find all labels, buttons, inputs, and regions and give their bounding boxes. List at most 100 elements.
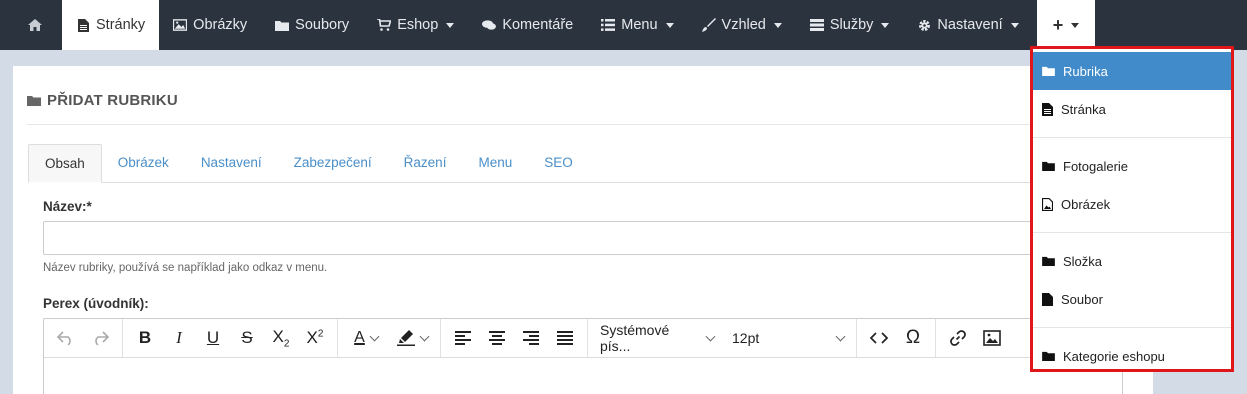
- divider: [27, 124, 1137, 125]
- nav-menu[interactable]: Menu: [587, 0, 687, 50]
- nav-komentare[interactable]: Komentáře: [468, 0, 587, 50]
- image-icon: [983, 330, 1001, 346]
- folder-icon: [1042, 256, 1055, 266]
- media-group: [936, 319, 1014, 357]
- file-text-icon: [1042, 102, 1053, 116]
- subscript-button[interactable]: X2: [265, 323, 297, 353]
- folder-icon: [27, 94, 41, 108]
- superscript-button[interactable]: X2: [299, 323, 331, 353]
- folder-icon: [1042, 161, 1055, 171]
- nav-soubory[interactable]: Soubory: [261, 0, 363, 50]
- nav-soubory-label: Soubory: [295, 17, 350, 33]
- chevron-down-icon: [705, 331, 716, 341]
- dropdown-divider: [1033, 232, 1231, 233]
- history-group: [44, 319, 123, 357]
- tab-menu[interactable]: Menu: [462, 144, 528, 182]
- nav-home[interactable]: [0, 0, 62, 50]
- font-group: Systémové pís... 12pt: [588, 319, 857, 357]
- nav-vzhled[interactable]: Vzhled: [688, 0, 796, 50]
- top-navbar: Stránky Obrázky Soubory Eshop Komentáře …: [0, 0, 1247, 50]
- name-input[interactable]: [43, 221, 1138, 255]
- dropdown-item-label: Stránka: [1061, 101, 1106, 117]
- folder-icon: [1042, 66, 1055, 76]
- align-left-icon: [455, 331, 471, 345]
- nav-komentare-label: Komentáře: [502, 17, 574, 33]
- caret-down-icon: [1071, 22, 1080, 28]
- subscript-icon: X2: [272, 326, 290, 350]
- color-group: A: [338, 319, 441, 357]
- underline-icon: U: [206, 328, 220, 347]
- dropdown-divider: [1033, 327, 1231, 328]
- font-family-select[interactable]: Systémové pís...: [592, 322, 722, 354]
- editor-toolbar: B I U S X2 X2 A Systémové pís... 12pt Ω: [44, 319, 1122, 358]
- font-size-select[interactable]: 12pt: [724, 330, 852, 346]
- align-right-button[interactable]: [515, 323, 547, 353]
- dropdown-item-obrazek[interactable]: Obrázek: [1033, 185, 1231, 223]
- font-size-value: 12pt: [732, 330, 760, 346]
- image-file-icon: [1042, 197, 1053, 211]
- underline-button[interactable]: U: [197, 323, 229, 353]
- dropdown-divider: [1033, 137, 1231, 138]
- nav-obrazky[interactable]: Obrázky: [159, 0, 261, 50]
- tab-bar: Obsah Obrázek Nastavení Zabezpečení Řaze…: [28, 144, 1138, 183]
- redo-icon: [95, 331, 109, 345]
- shopping-cart-icon: [377, 18, 392, 32]
- nav-eshop[interactable]: Eshop: [363, 0, 468, 50]
- font-family-value: Systémové pís...: [600, 322, 670, 354]
- nav-obrazky-label: Obrázky: [193, 17, 248, 33]
- redo-button[interactable]: [84, 323, 116, 353]
- insert-image-button[interactable]: [976, 323, 1008, 353]
- tab-seo[interactable]: SEO: [528, 144, 589, 182]
- dropdown-item-kategorie-eshopu[interactable]: Kategorie eshopu: [1033, 337, 1231, 375]
- italic-button[interactable]: I: [163, 323, 195, 353]
- code-icon: [870, 332, 888, 344]
- insert-link-button[interactable]: [942, 323, 974, 353]
- undo-button[interactable]: [50, 323, 82, 353]
- picture-icon: [173, 18, 188, 32]
- link-icon: [950, 330, 966, 346]
- align-left-button[interactable]: [447, 323, 479, 353]
- tab-nastaveni[interactable]: Nastavení: [185, 144, 278, 182]
- plus-icon: +: [1052, 14, 1064, 35]
- caret-down-icon: [1010, 22, 1019, 28]
- dropdown-item-label: Složka: [1063, 253, 1103, 269]
- align-center-button[interactable]: [481, 323, 513, 353]
- home-icon: [28, 18, 42, 32]
- chevron-down-icon: [835, 331, 846, 341]
- nav-stranky[interactable]: Stránky: [62, 0, 160, 50]
- undo-icon: [57, 331, 71, 345]
- source-code-button[interactable]: [863, 323, 895, 353]
- tab-obsah[interactable]: Obsah: [28, 144, 102, 183]
- gear-icon: [917, 18, 931, 32]
- dropdown-item-slozka[interactable]: Složka: [1033, 242, 1231, 280]
- special-char-button[interactable]: Ω: [897, 323, 929, 353]
- align-justify-button[interactable]: [549, 323, 581, 353]
- nav-sluzby[interactable]: Služby: [796, 0, 904, 50]
- tab-obrazek[interactable]: Obrázek: [102, 144, 185, 182]
- text-color-button[interactable]: A: [344, 323, 388, 353]
- folder-icon: [1042, 351, 1055, 361]
- main-panel: PŘIDAT RUBRIKU Obsah Obrázek Nastavení Z…: [13, 66, 1153, 394]
- dropdown-item-fotogalerie[interactable]: Fotogalerie: [1033, 147, 1231, 185]
- dropdown-item-soubor[interactable]: Soubor: [1033, 280, 1231, 318]
- bold-icon: B: [138, 328, 152, 347]
- nav-menu-label: Menu: [621, 17, 658, 33]
- dropdown-item-stranka[interactable]: Stránka: [1033, 90, 1231, 128]
- align-justify-icon: [557, 331, 573, 345]
- caret-down-icon: [665, 22, 674, 28]
- nav-nastaveni[interactable]: Nastavení: [903, 0, 1032, 50]
- dropdown-item-label: Soubor: [1061, 291, 1103, 307]
- nav-add-new[interactable]: +: [1036, 0, 1096, 50]
- omega-icon: Ω: [905, 327, 921, 348]
- strikethrough-button[interactable]: S: [231, 323, 263, 353]
- dropdown-item-label: Obrázek: [1061, 196, 1111, 212]
- server-icon: [809, 18, 824, 32]
- tab-zabezpeceni[interactable]: Zabezpečení: [278, 144, 388, 182]
- highlight-color-button[interactable]: [390, 323, 434, 353]
- align-center-icon: [489, 331, 505, 345]
- bold-button[interactable]: B: [129, 323, 161, 353]
- perex-label: Perex (úvodník):: [43, 296, 149, 311]
- tab-razeni[interactable]: Řazení: [388, 144, 463, 182]
- rich-text-editor: B I U S X2 X2 A Systémové pís... 12pt Ω: [43, 318, 1123, 394]
- dropdown-item-rubrika[interactable]: Rubrika: [1033, 52, 1231, 90]
